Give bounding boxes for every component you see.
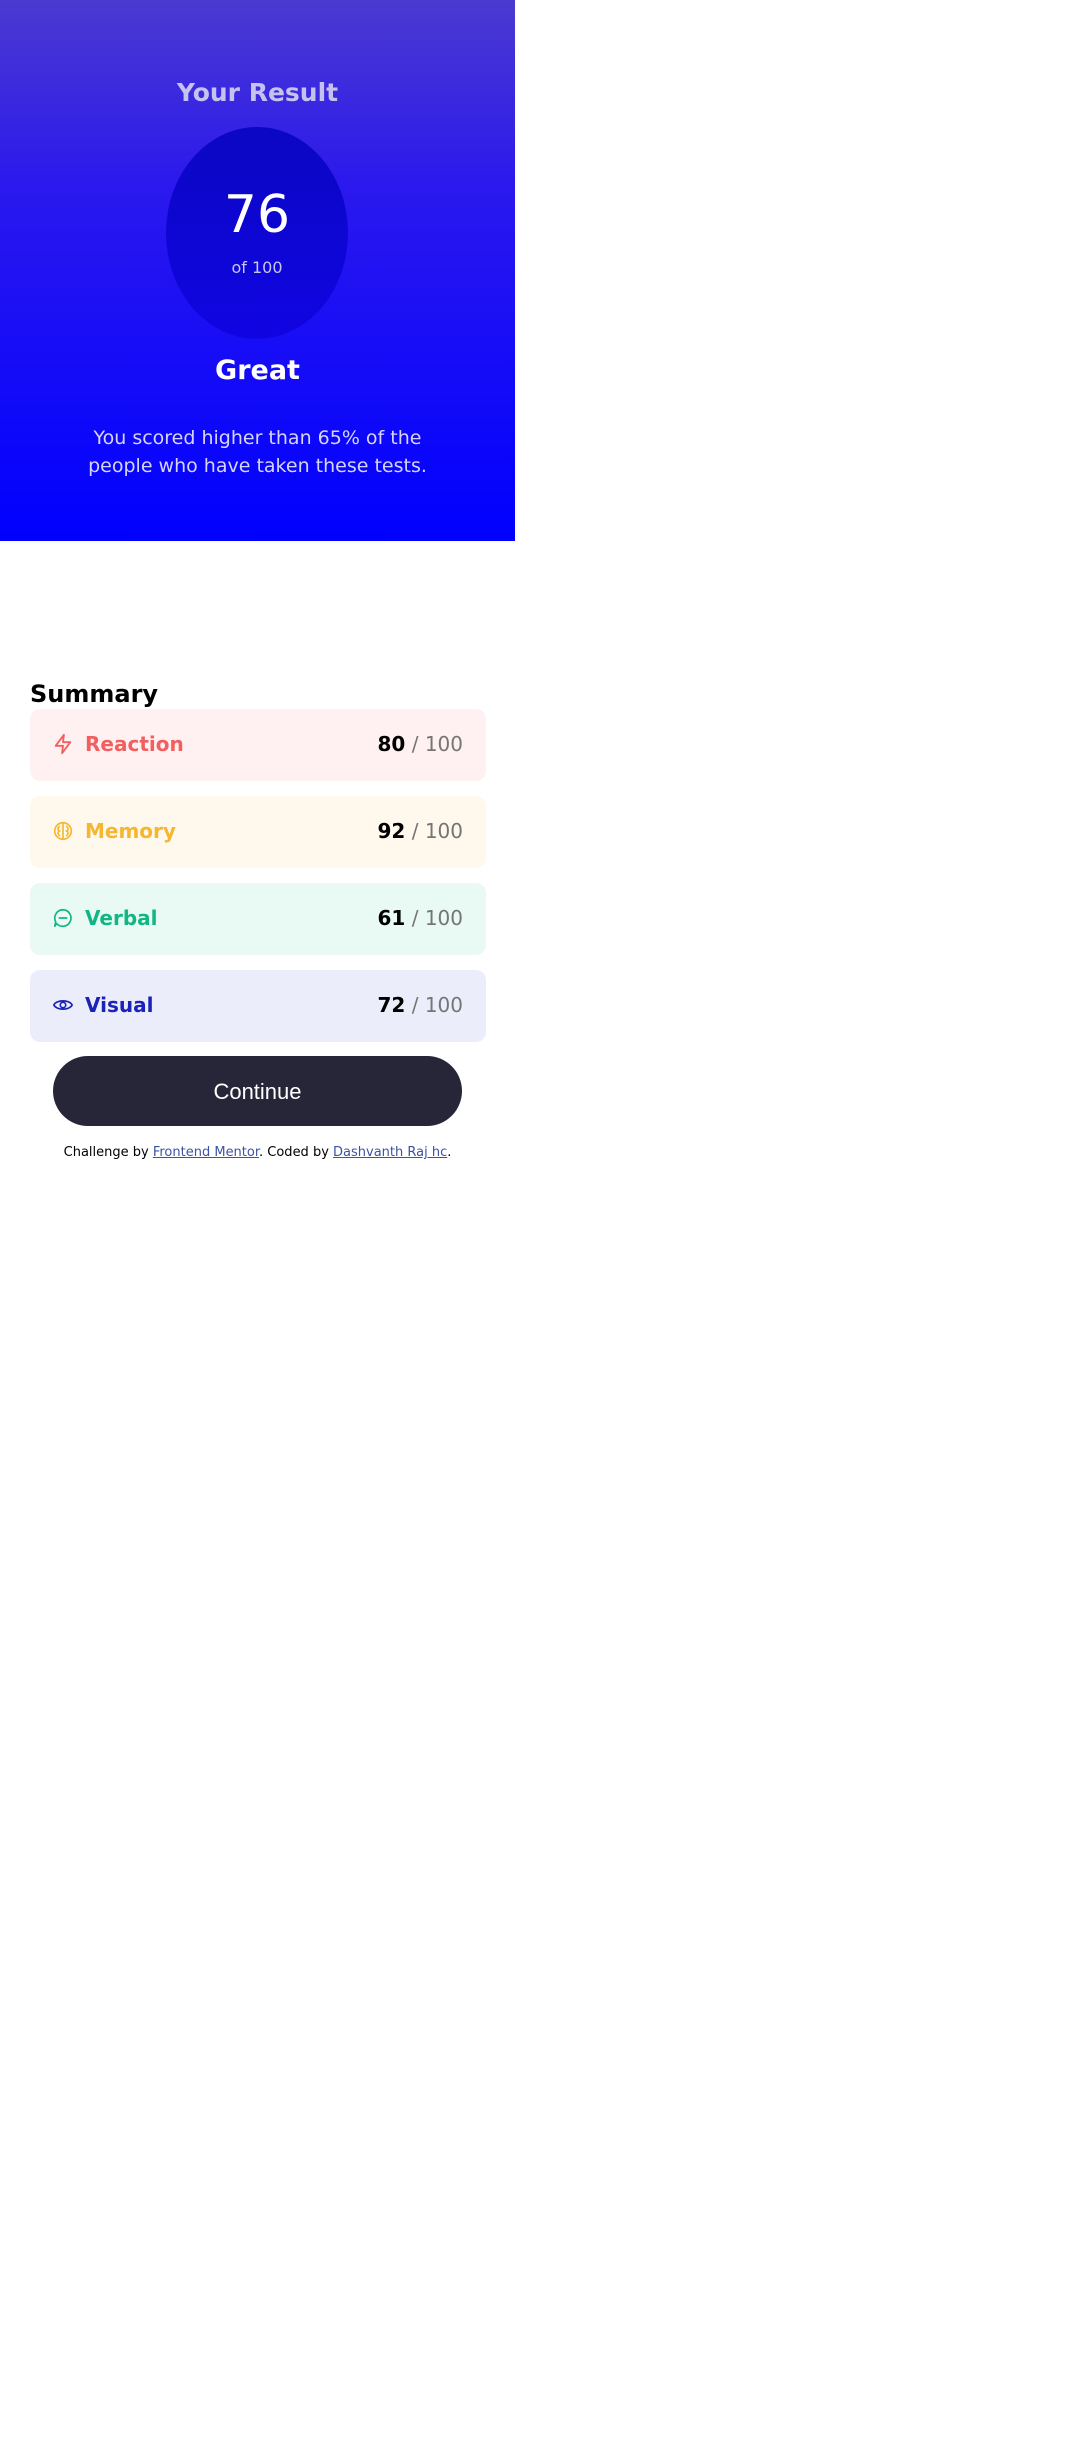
- summary-item-score: 61 / 100: [378, 906, 463, 930]
- score-max-label: of 100: [231, 258, 283, 277]
- result-description: You scored higher than 65% of the people…: [88, 427, 427, 477]
- summary-item-score-max: / 100: [411, 732, 463, 756]
- summary-item-visual: Visual 72 / 100: [30, 970, 486, 1042]
- summary-item-label: Memory: [85, 819, 176, 843]
- brain-icon: [53, 821, 73, 841]
- rating-label: Great: [215, 355, 300, 386]
- summary-item-label: Visual: [85, 993, 154, 1017]
- summary-item-score-value: 72: [377, 993, 406, 1017]
- summary-item-score: 92 / 100: [378, 819, 463, 843]
- score-circle: 76 of 100: [166, 127, 348, 339]
- summary-item-score: 72 / 100: [378, 993, 463, 1017]
- lightning-icon: [54, 733, 72, 755]
- summary-item-verbal: Verbal 61 / 100: [30, 883, 486, 955]
- attribution-prefix: Challenge by: [63, 1145, 153, 1160]
- eye-icon: [53, 1000, 73, 1010]
- attribution-middle: . Coded by: [259, 1145, 334, 1160]
- frontend-mentor-link[interactable]: Frontend Mentor: [153, 1145, 259, 1160]
- score-value: 76: [223, 185, 291, 245]
- attribution-suffix: .: [447, 1145, 452, 1160]
- summary-item-score-max: / 100: [411, 819, 463, 843]
- summary-item-label: Verbal: [85, 906, 158, 930]
- summary-item-score-max: / 100: [411, 906, 463, 930]
- result-heading: Your Result: [176, 78, 339, 107]
- result-panel: Your Result 76 of 100 Great You scored h…: [0, 0, 515, 541]
- chat-bubble-icon: [53, 908, 72, 928]
- summary-item-score: 80 / 100: [378, 732, 463, 756]
- summary-item-score-value: 61: [377, 906, 406, 930]
- attribution: Challenge by Frontend Mentor. Coded by D…: [0, 1145, 515, 1160]
- continue-button[interactable]: Continue: [53, 1056, 462, 1126]
- summary-title: Summary: [30, 679, 159, 708]
- summary-item-score-max: / 100: [411, 993, 463, 1017]
- summary-item-reaction: Reaction 80 / 100: [30, 709, 486, 781]
- summary-item-score-value: 92: [377, 819, 406, 843]
- author-link[interactable]: Dashvanth Raj hc: [333, 1145, 447, 1160]
- summary-item-memory: Memory 92 / 100: [30, 796, 486, 868]
- summary-item-label: Reaction: [85, 732, 184, 756]
- summary-item-score-value: 80: [377, 732, 406, 756]
